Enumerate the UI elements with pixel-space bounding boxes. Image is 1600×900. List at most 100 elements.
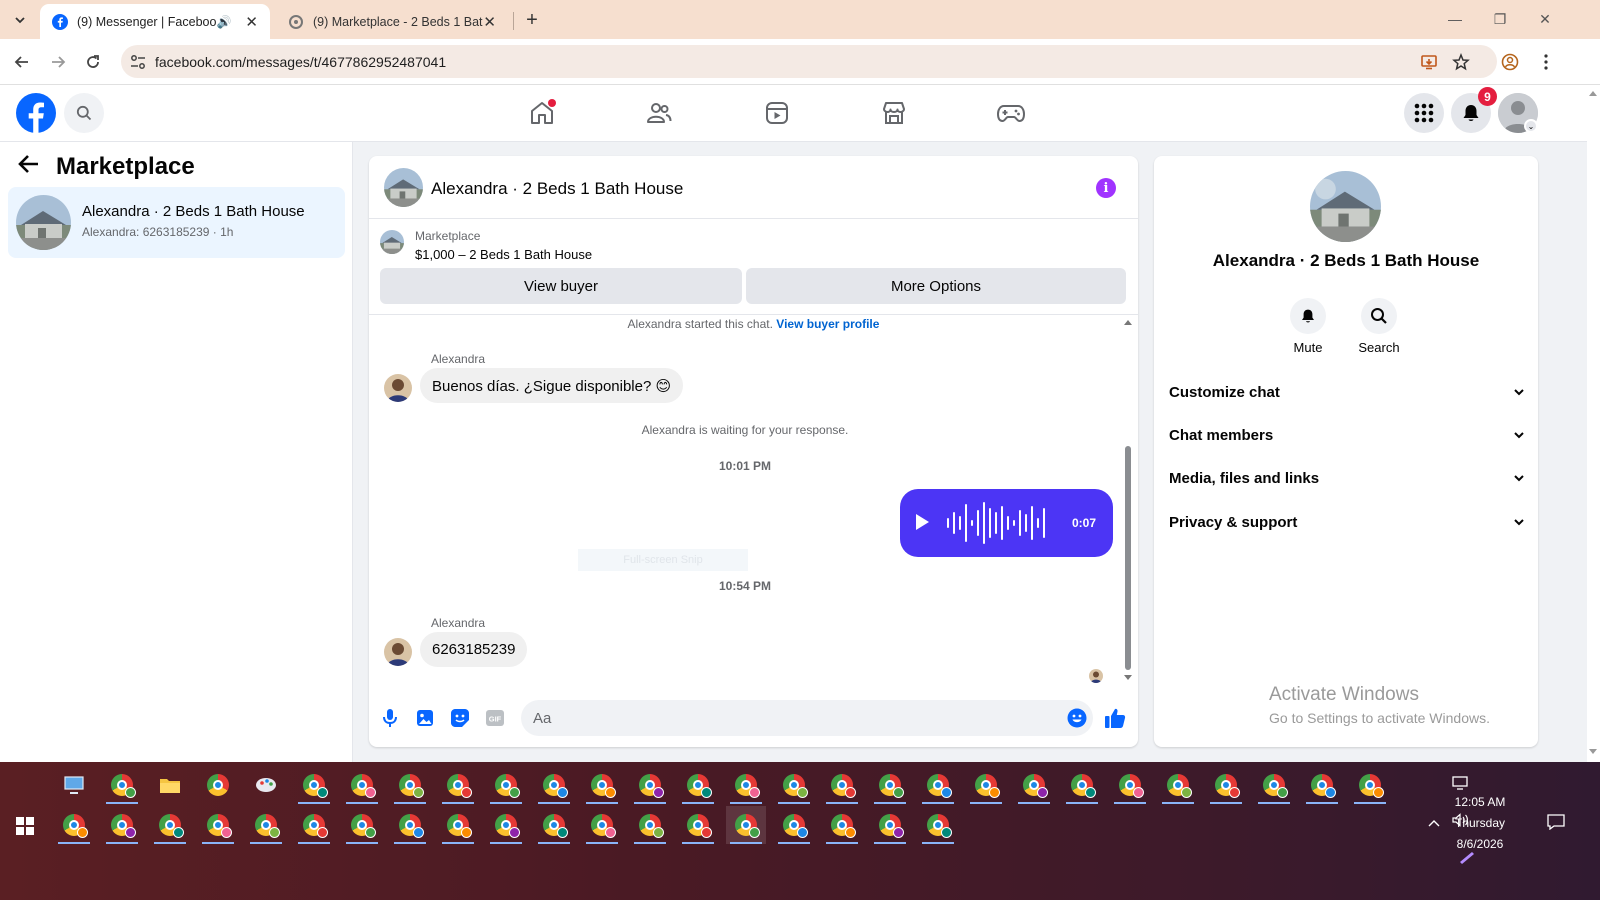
tray-chevron-up-icon[interactable] (1428, 816, 1440, 830)
chrome-profile-icon[interactable] (150, 806, 190, 844)
chat-title[interactable]: Alexandra · 2 Beds 1 Bath House (431, 179, 683, 199)
install-app-icon[interactable] (1419, 52, 1439, 72)
chrome-profile-icon[interactable] (630, 766, 670, 804)
sender-avatar[interactable] (384, 638, 412, 666)
chrome-profile-icon[interactable] (198, 806, 238, 844)
chrome-profile-icon[interactable] (774, 766, 814, 804)
search-action[interactable]: Search (1344, 298, 1414, 355)
customize-chat-section[interactable]: Customize chat (1169, 372, 1525, 412)
menu-button[interactable] (1404, 93, 1444, 133)
chrome-profile-icon[interactable] (630, 806, 670, 844)
chrome-profile-icon[interactable] (390, 766, 430, 804)
back-button[interactable] (10, 50, 34, 74)
message-input[interactable] (533, 700, 1053, 736)
page-scroll-up-icon[interactable] (1589, 91, 1597, 96)
paint-icon[interactable] (246, 766, 286, 804)
view-buyer-button[interactable]: View buyer (380, 268, 742, 304)
chrome-profile-icon[interactable] (54, 806, 94, 844)
nav-friends[interactable] (645, 99, 673, 127)
chrome-profile-icon[interactable] (870, 766, 910, 804)
voice-message-bubble[interactable]: 0:07 (900, 489, 1113, 557)
mute-action[interactable]: Mute (1273, 298, 1343, 355)
chrome-profile-icon[interactable] (918, 806, 958, 844)
chrome-profile-icon[interactable] (486, 806, 526, 844)
chrome-profile-icon[interactable] (678, 766, 718, 804)
chrome-profile-icon[interactable] (102, 806, 142, 844)
chrome-profile-icon[interactable] (870, 806, 910, 844)
windows-start-icon[interactable] (16, 817, 34, 835)
scroll-up-arrow-icon[interactable] (1124, 320, 1132, 325)
media-files-links-section[interactable]: Media, files and links (1169, 458, 1525, 498)
chrome-profile-icon[interactable] (1350, 766, 1390, 804)
address-bar[interactable]: facebook.com/messages/t/4677862952487041 (121, 45, 1497, 78)
chrome-profile-icon[interactable] (822, 766, 862, 804)
scroll-down-arrow-icon[interactable] (1124, 675, 1132, 680)
nav-home[interactable] (528, 99, 556, 127)
chrome-profile-icon[interactable] (582, 806, 622, 844)
chat-members-section[interactable]: Chat members (1169, 415, 1525, 455)
chrome-profile-icon[interactable] (822, 806, 862, 844)
search-in-conversation-button[interactable] (1361, 298, 1397, 334)
chat-scrollbar[interactable] (1122, 316, 1134, 688)
chrome-profile-icon[interactable] (438, 766, 478, 804)
mute-button[interactable] (1290, 298, 1326, 334)
speaker-icon[interactable]: 🔊 (216, 15, 231, 29)
attach-photo-button[interactable] (414, 707, 436, 729)
chrome-profile-icon[interactable] (918, 766, 958, 804)
listing-title[interactable]: $1,000 – 2 Beds 1 Bath House (415, 247, 592, 262)
chrome-profile-icon[interactable] (294, 766, 334, 804)
facebook-search-button[interactable] (64, 93, 104, 133)
this-pc-icon[interactable] (54, 766, 94, 804)
chrome-profile-icon[interactable] (534, 766, 574, 804)
minimize-button[interactable]: — (1440, 8, 1470, 30)
nav-video[interactable] (763, 99, 791, 127)
chrome-profile-icon[interactable] (390, 806, 430, 844)
close-window-button[interactable]: ✕ (1530, 8, 1560, 30)
forward-button[interactable] (46, 50, 70, 74)
chrome-profile-icon[interactable] (678, 806, 718, 844)
account-caret-icon[interactable]: ⌄ (1524, 119, 1538, 133)
page-scrollbar[interactable] (1587, 85, 1600, 762)
chrome-profile-icon[interactable] (102, 766, 142, 804)
sticker-button[interactable] (449, 707, 471, 729)
scrollbar-thumb[interactable] (1125, 446, 1131, 670)
chrome-profile-icon[interactable] (774, 806, 814, 844)
chrome-profile-icon[interactable] (1302, 766, 1342, 804)
nav-marketplace[interactable] (880, 99, 908, 127)
nav-gaming[interactable] (997, 99, 1025, 127)
pen-icon[interactable] (1458, 850, 1476, 867)
chrome-profile-icon[interactable] (582, 766, 622, 804)
chrome-profile-icon[interactable] (294, 806, 334, 844)
gif-button[interactable]: GIF (484, 707, 506, 729)
chrome-profile-icon[interactable] (198, 766, 238, 804)
page-scroll-down-icon[interactable] (1589, 749, 1597, 754)
facebook-logo-icon[interactable] (16, 93, 56, 133)
tab-close-icon[interactable]: ✕ (245, 13, 258, 31)
like-button[interactable] (1104, 707, 1126, 729)
chat-house-thumbnail[interactable] (384, 168, 423, 207)
chrome-profile-icon[interactable] (486, 766, 526, 804)
privacy-support-section[interactable]: Privacy & support (1169, 502, 1525, 542)
chrome-profile-icon[interactable] (726, 766, 766, 804)
message-bubble[interactable]: Buenos días. ¿Sigue disponible? 😊 (420, 368, 684, 403)
chrome-profile-icon[interactable] (1110, 766, 1150, 804)
chrome-profile-icon[interactable] (966, 766, 1006, 804)
play-icon[interactable] (916, 514, 929, 530)
new-tab-button[interactable]: + (520, 8, 544, 32)
chrome-profile-icon[interactable] (1014, 766, 1054, 804)
system-clock[interactable]: 12:05 AM Thursday 8/6/2026 (1440, 792, 1520, 855)
info-icon[interactable]: i (1096, 178, 1116, 198)
file-explorer-icon[interactable] (150, 766, 190, 804)
sender-avatar[interactable] (384, 374, 412, 402)
chrome-profile-icon[interactable] (1206, 766, 1246, 804)
chrome-profile-icon[interactable] (1158, 766, 1198, 804)
chrome-profile-icon[interactable] (342, 766, 382, 804)
conversation-item[interactable]: Alexandra · 2 Beds 1 Bath House Alexandr… (8, 187, 345, 258)
action-center-icon[interactable] (1547, 814, 1565, 833)
chrome-profile-icon[interactable] (342, 806, 382, 844)
reload-button[interactable] (81, 50, 105, 74)
browser-menu-button[interactable] (1534, 50, 1558, 74)
more-options-button[interactable]: More Options (746, 268, 1126, 304)
back-arrow-icon[interactable] (18, 154, 40, 180)
view-buyer-profile-link[interactable]: View buyer profile (776, 317, 879, 331)
